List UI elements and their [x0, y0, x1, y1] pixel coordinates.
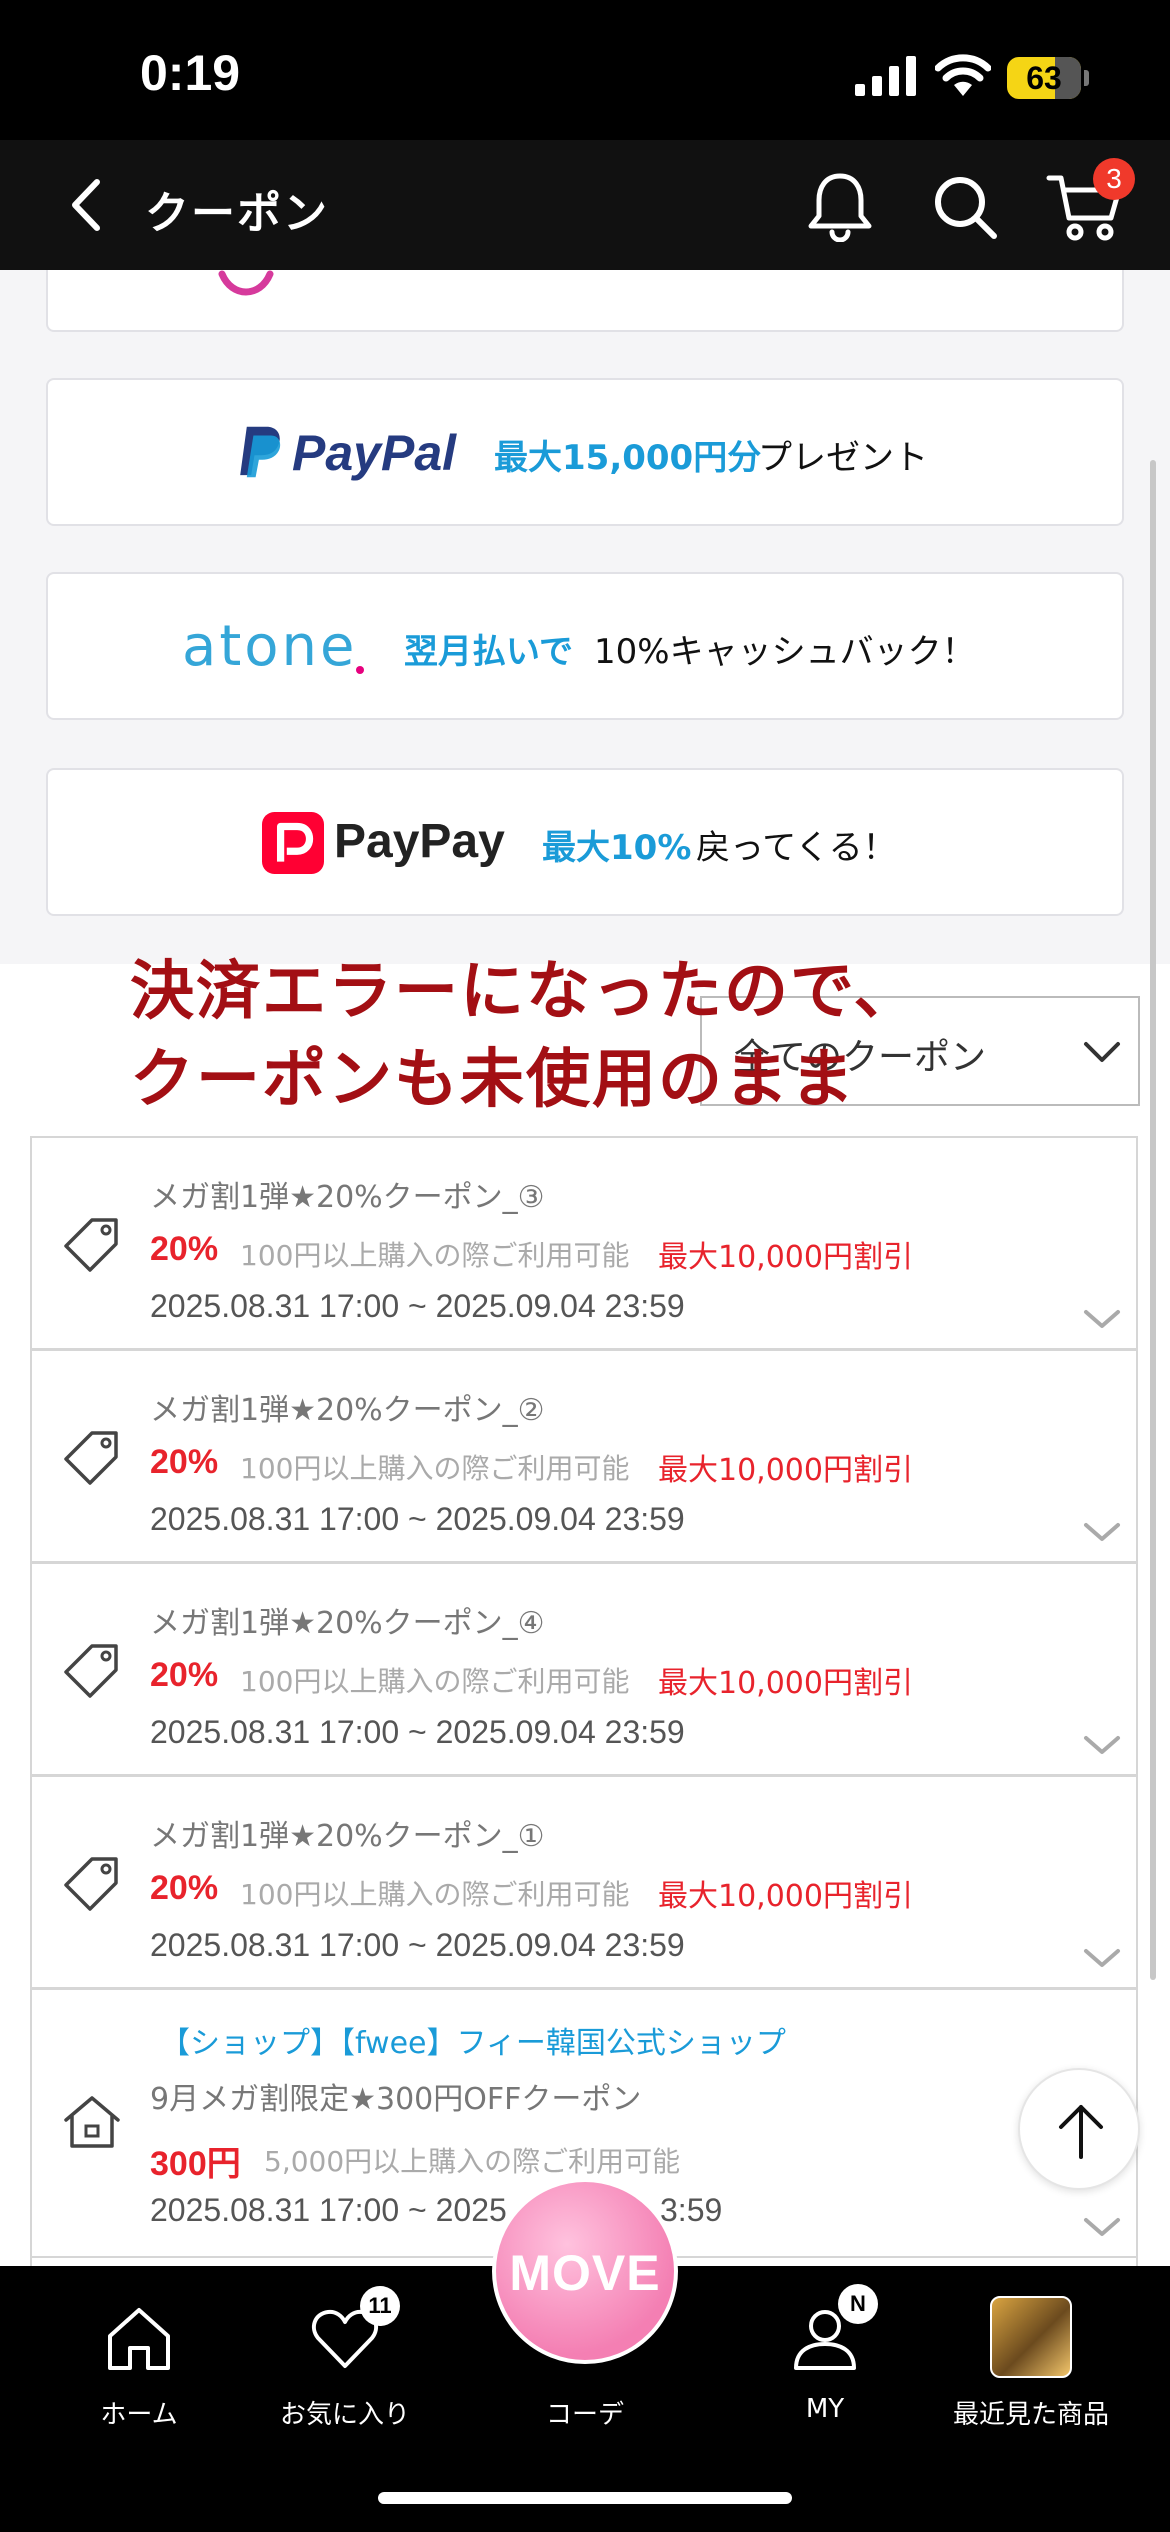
- coupon-discount: 20%: [150, 1443, 219, 1481]
- paypal-brand: PayPal: [292, 425, 457, 481]
- paypay-brand: PayPay: [334, 815, 505, 868]
- nav-home-label: ホーム: [100, 2400, 178, 2430]
- chevron-down-icon[interactable]: [1082, 1732, 1122, 1758]
- coupon-condition: 100円以上購入の際ご利用可能: [240, 1878, 630, 1911]
- overlay-line-2: クーポンも未使用のまま: [130, 1043, 856, 1117]
- tag-icon: [64, 1218, 118, 1272]
- coupon-max-discount: 最大10,000円割引: [658, 1453, 913, 1488]
- coupon-item[interactable]: メガ割1弾★20%クーポン_② 20% 100円以上購入の際ご利用可能 最大10…: [30, 1349, 1138, 1563]
- back-arrow-icon[interactable]: [55, 170, 125, 240]
- cellular-signal-icon: [855, 56, 916, 96]
- atone-text: 10%キャッシュバック！: [594, 632, 976, 672]
- brand-logo-icon: [218, 270, 274, 296]
- search-icon[interactable]: [930, 172, 1000, 242]
- tag-icon: [64, 1431, 118, 1485]
- paypay-logo-icon: [262, 812, 324, 874]
- coupon-item[interactable]: メガ割1弾★20%クーポン_① 20% 100円以上購入の際ご利用可能 最大10…: [30, 1775, 1138, 1989]
- coupon-name: 9月メガ割限定★300円OFFクーポン: [150, 2082, 642, 2117]
- atone-dot: [356, 666, 364, 674]
- coupon-condition: 100円以上購入の際ご利用可能: [240, 1665, 630, 1698]
- coupon-name: メガ割1弾★20%クーポン_①: [150, 1819, 545, 1854]
- recent-product-thumbnail: [990, 2296, 1072, 2378]
- coupon-period: 2025.08.31 17:00 ~ 2025.09.04 23:59: [150, 1501, 685, 1537]
- arrow-up-icon: [1059, 2105, 1103, 2159]
- wifi-icon: [935, 54, 991, 96]
- nav-recent[interactable]: 最近見た商品: [926, 2286, 1136, 2446]
- coupon-period: 2025.08.31 17:00 ~ 2025.09.04 23:59: [150, 1288, 685, 1324]
- coupon-discount: 20%: [150, 1869, 219, 1907]
- overlay-line-1: 決済エラーになったので、: [130, 955, 920, 1029]
- coupon-period-end: 3:59: [660, 2192, 723, 2228]
- status-bar: 0:19 63: [0, 0, 1170, 140]
- shop-house-icon: [64, 2096, 120, 2148]
- battery-indicator: 63: [1007, 57, 1089, 99]
- shop-name[interactable]: 【ショップ】【fwee】フィー韓国公式ショップ: [160, 2018, 786, 2062]
- nav-favorites-label: お気に入り: [279, 2400, 410, 2430]
- chevron-down-icon[interactable]: [1082, 1519, 1122, 1545]
- coupon-condition: 100円以上購入の際ご利用可能: [240, 1452, 630, 1485]
- paypal-logo-icon: [240, 426, 281, 478]
- paypal-text: プレゼント: [758, 438, 928, 478]
- coupon-discount: 20%: [150, 1230, 219, 1268]
- paypay-highlight: 最大10%: [542, 828, 692, 868]
- coupon-discount: 300円: [150, 2145, 241, 2183]
- chevron-down-icon[interactable]: [1082, 1306, 1122, 1332]
- atone-highlight: 翌月払いで: [404, 632, 573, 672]
- home-indicator: [378, 2492, 792, 2504]
- nav-favorites[interactable]: 11 お気に入り: [240, 2286, 450, 2446]
- scrollbar[interactable]: [1150, 460, 1156, 1980]
- battery-level: 63: [1026, 60, 1062, 96]
- coupon-condition: 100円以上購入の際ご利用可能: [240, 1239, 630, 1272]
- chevron-down-icon[interactable]: [1082, 1945, 1122, 1971]
- status-time: 0:19: [140, 45, 241, 101]
- favorites-count-badge: 11: [360, 2286, 400, 2326]
- coupon-max-discount: 最大10,000円割引: [658, 1240, 913, 1275]
- home-icon: [108, 2308, 170, 2370]
- coupon-max-discount: 最大10,000円割引: [658, 1666, 913, 1701]
- coupon-item[interactable]: メガ割1弾★20%クーポン_④ 20% 100円以上購入の際ご利用可能 最大10…: [30, 1562, 1138, 1776]
- move-button[interactable]: MOVE: [492, 2178, 678, 2364]
- coupon-item[interactable]: メガ割1弾★20%クーポン_③ 20% 100円以上購入の際ご利用可能 最大10…: [30, 1136, 1138, 1350]
- atone-banner[interactable]: atone 翌月払いで 10%キャッシュバック！: [46, 572, 1124, 720]
- nav-my[interactable]: N MY: [720, 2284, 930, 2446]
- paypal-banner[interactable]: PayPal 最大15,000円分 プレゼント: [46, 378, 1124, 526]
- notification-bell-icon[interactable]: [805, 170, 875, 242]
- coupon-period: 2025.08.31 17:00 ~ 2025.09.04 23:59: [150, 1927, 685, 1963]
- paypay-text: 戻ってくる！: [696, 828, 897, 868]
- coupon-period-start: 2025.08.31 17:00 ~ 2025: [150, 2192, 507, 2228]
- paypay-banner[interactable]: PayPay 最大10% 戻ってくる！: [46, 768, 1124, 916]
- atone-brand: atone: [182, 614, 358, 679]
- nav-recent-label: 最近見た商品: [952, 2400, 1109, 2430]
- cart-count-badge: 3: [1093, 158, 1135, 200]
- page-title: クーポン: [145, 188, 329, 239]
- tag-icon: [64, 1644, 118, 1698]
- my-new-badge: N: [838, 2284, 878, 2324]
- paypal-highlight: 最大15,000円分: [494, 438, 762, 478]
- tag-icon: [64, 1857, 118, 1911]
- coupon-period: 2025.08.31 17:00 ~ 2025.09.04 23:59: [150, 1714, 685, 1750]
- coupon-discount: 20%: [150, 1656, 219, 1694]
- move-button-label: MOVE: [509, 2245, 661, 2301]
- nav-home[interactable]: ホーム: [34, 2286, 244, 2446]
- overlay-annotation: 決済エラーになったので、 クーポンも未使用のまま: [130, 948, 1130, 1124]
- nav-my-label: MY: [805, 2394, 845, 2424]
- coupon-name: メガ割1弾★20%クーポン_③: [150, 1180, 545, 1215]
- coupon-condition: 5,000円以上購入の際ご利用可能: [264, 2145, 681, 2178]
- coupon-max-discount: 最大10,000円割引: [658, 1879, 913, 1914]
- app-header: クーポン 3: [0, 140, 1170, 270]
- scroll-to-top-button[interactable]: [1018, 2068, 1140, 2190]
- nav-coordinate-label: コーデ: [545, 2400, 624, 2430]
- payment-banner-partial[interactable]: [46, 270, 1124, 332]
- chevron-down-icon[interactable]: [1082, 2214, 1122, 2240]
- coupon-name: メガ割1弾★20%クーポン_④: [150, 1606, 545, 1641]
- coupon-name: メガ割1弾★20%クーポン_②: [150, 1393, 545, 1428]
